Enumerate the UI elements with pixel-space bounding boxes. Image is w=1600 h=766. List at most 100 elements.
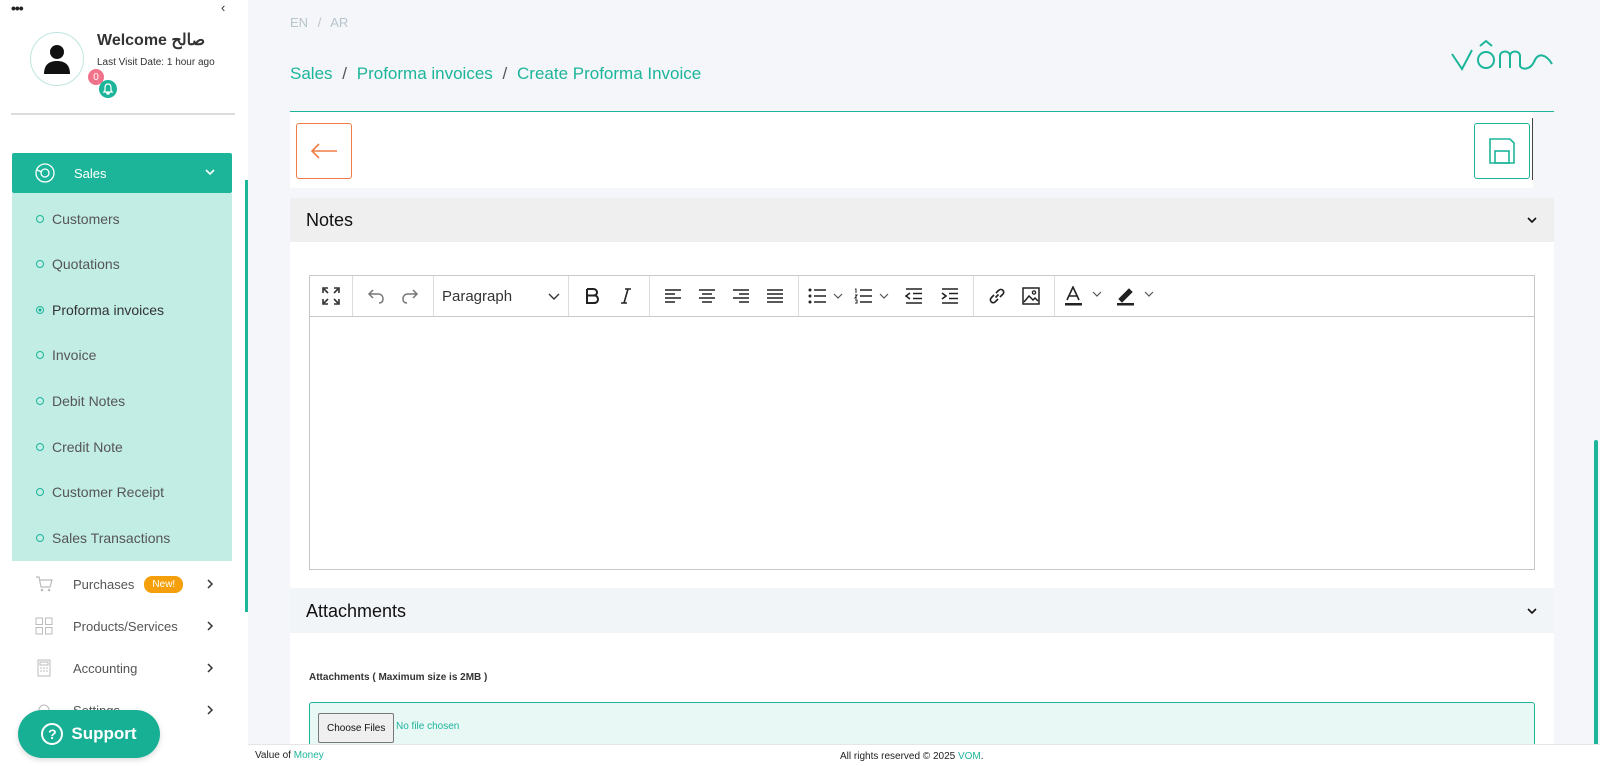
align-right-icon[interactable] bbox=[724, 281, 758, 311]
fullscreen-icon[interactable] bbox=[314, 281, 348, 311]
bulleted-list-icon[interactable] bbox=[805, 281, 849, 311]
indent-icon[interactable] bbox=[933, 281, 967, 311]
lang-en[interactable]: EN bbox=[290, 15, 308, 30]
chevron-down-icon bbox=[548, 293, 560, 300]
sidebar-item-debit-notes[interactable]: Debit Notes bbox=[36, 393, 125, 409]
font-color-icon[interactable] bbox=[1061, 281, 1109, 311]
no-file-text: No file chosen bbox=[396, 721, 460, 732]
avatar[interactable] bbox=[30, 32, 84, 86]
breadcrumb: Sales / Proforma invoices / Create Profo… bbox=[290, 64, 701, 84]
sidebar-item-products-services[interactable]: Products/Services bbox=[35, 617, 215, 635]
notes-title: Notes bbox=[306, 209, 354, 230]
chevron-down-icon bbox=[1527, 217, 1537, 224]
sidebar-item-customers[interactable]: Customers bbox=[36, 211, 120, 227]
sidebar-item-label: Sales bbox=[74, 165, 107, 181]
footer-tagline: Value of Money bbox=[255, 750, 324, 761]
bullet-icon bbox=[36, 488, 44, 496]
undo-icon[interactable] bbox=[359, 281, 393, 311]
sidebar-item-label: Invoice bbox=[52, 347, 97, 363]
sidebar-item-label: Proforma invoices bbox=[52, 302, 165, 318]
question-icon: ? bbox=[41, 723, 64, 745]
highlight-icon[interactable] bbox=[1113, 281, 1161, 311]
sidebar-item-label: Purchases bbox=[73, 576, 135, 592]
chevron-right-icon bbox=[207, 579, 214, 589]
grid-icon bbox=[35, 617, 53, 635]
numbered-list-icon[interactable] bbox=[851, 281, 895, 311]
lang-separator: / bbox=[317, 15, 322, 30]
sidebar-item-sales[interactable]: Sales bbox=[12, 153, 232, 193]
bell-icon[interactable] bbox=[99, 80, 117, 98]
main-content: EN / AR Sales / Proforma invoices / Crea… bbox=[248, 0, 1600, 766]
chevron-right-icon bbox=[207, 705, 214, 715]
choose-files-button[interactable]: Choose Files bbox=[318, 713, 395, 743]
sidebar-item-credit-note[interactable]: Credit Note bbox=[36, 439, 123, 455]
lang-ar[interactable]: AR bbox=[330, 15, 348, 30]
sidebar-item-invoice[interactable]: Invoice bbox=[36, 347, 96, 363]
footer-copyright: All rights reserved © 2025 VOM. bbox=[840, 751, 984, 762]
outdent-icon[interactable] bbox=[897, 281, 931, 311]
last-visit-text: Last Visit Date: 1 hour ago bbox=[97, 57, 215, 68]
sidebar-item-accounting[interactable]: Accounting bbox=[35, 659, 215, 677]
page-scrollbar[interactable] bbox=[1594, 440, 1598, 766]
sidebar-item-sales-transactions[interactable]: Sales Transactions bbox=[36, 530, 170, 546]
breadcrumb-separator: / bbox=[502, 64, 508, 83]
chevron-right-icon bbox=[207, 663, 214, 673]
breadcrumb-proforma-invoices[interactable]: Proforma invoices bbox=[357, 64, 493, 83]
cart-icon bbox=[36, 576, 53, 592]
insert-image-icon[interactable] bbox=[1014, 281, 1048, 311]
sidebar-item-label: Quotations bbox=[52, 256, 120, 272]
breadcrumb-current: Create Proforma Invoice bbox=[517, 64, 702, 83]
attachments-title: Attachments bbox=[306, 600, 407, 621]
copyright-text: All rights reserved © 2025 bbox=[840, 751, 956, 762]
paragraph-select-value: Paragraph bbox=[442, 287, 513, 305]
align-justify-icon[interactable] bbox=[758, 281, 792, 311]
floppy-disk-icon bbox=[1489, 138, 1515, 164]
back-button[interactable] bbox=[296, 123, 352, 179]
vom-logo[interactable] bbox=[1450, 36, 1554, 76]
editor-content-area[interactable] bbox=[310, 317, 1534, 569]
editor-toolbar: Paragraph bbox=[310, 276, 1534, 317]
paragraph-format-select[interactable]: Paragraph bbox=[436, 288, 566, 305]
sidebar-item-proforma-invoices[interactable]: Proforma invoices bbox=[36, 302, 164, 318]
attachments-section-header[interactable]: Attachments bbox=[290, 589, 1554, 633]
chevron-right-icon bbox=[207, 621, 214, 631]
sidebar-item-quotations[interactable]: Quotations bbox=[36, 256, 120, 272]
bold-icon[interactable] bbox=[575, 281, 609, 311]
support-button[interactable]: ? Support bbox=[18, 710, 160, 758]
sidebar-item-label: Debit Notes bbox=[52, 393, 126, 409]
bullet-icon bbox=[36, 443, 44, 451]
action-toolbar bbox=[290, 112, 1533, 188]
sidebar-item-purchases[interactable]: Purchases New! bbox=[35, 575, 215, 593]
sidebar-item-customer-receipt[interactable]: Customer Receipt bbox=[36, 484, 164, 500]
language-switcher: EN / AR bbox=[290, 15, 348, 30]
footer-tagline-text: Value of bbox=[255, 750, 291, 761]
footer-tagline-highlight: Money bbox=[293, 750, 324, 761]
chevron-down-icon bbox=[205, 169, 215, 176]
collapse-sidebar-icon[interactable]: ‹ bbox=[221, 0, 225, 15]
redo-icon[interactable] bbox=[393, 281, 427, 311]
sales-icon bbox=[35, 163, 55, 183]
italic-icon[interactable] bbox=[609, 281, 643, 311]
link-icon[interactable] bbox=[980, 281, 1014, 311]
more-dots-icon[interactable]: ••• bbox=[11, 0, 24, 16]
bullet-icon bbox=[36, 534, 44, 542]
arrow-left-icon bbox=[310, 143, 337, 159]
sidebar-item-label: Accounting bbox=[73, 660, 138, 676]
save-button[interactable] bbox=[1474, 123, 1530, 179]
support-label: Support bbox=[71, 724, 137, 743]
sidebar-item-label: Customer Receipt bbox=[52, 484, 165, 500]
align-left-icon[interactable] bbox=[656, 281, 690, 311]
align-center-icon[interactable] bbox=[690, 281, 724, 311]
footer-brand-link[interactable]: VOM bbox=[958, 751, 981, 762]
calculator-icon bbox=[37, 659, 51, 677]
notes-rich-text-editor: Paragraph bbox=[309, 275, 1535, 570]
chevron-down-icon bbox=[1527, 608, 1537, 615]
breadcrumb-sales[interactable]: Sales bbox=[290, 64, 333, 83]
sidebar-item-label: Products/Services bbox=[73, 618, 178, 634]
new-badge: New! bbox=[144, 575, 184, 593]
user-icon bbox=[44, 45, 70, 74]
toolbar-divider bbox=[1532, 118, 1533, 180]
sidebar: ••• ‹ Welcome صالح Last Visit Date: 1 ho… bbox=[0, 0, 248, 766]
sidebar-item-label: Credit Note bbox=[52, 439, 123, 455]
notes-section-header[interactable]: Notes bbox=[290, 198, 1554, 242]
